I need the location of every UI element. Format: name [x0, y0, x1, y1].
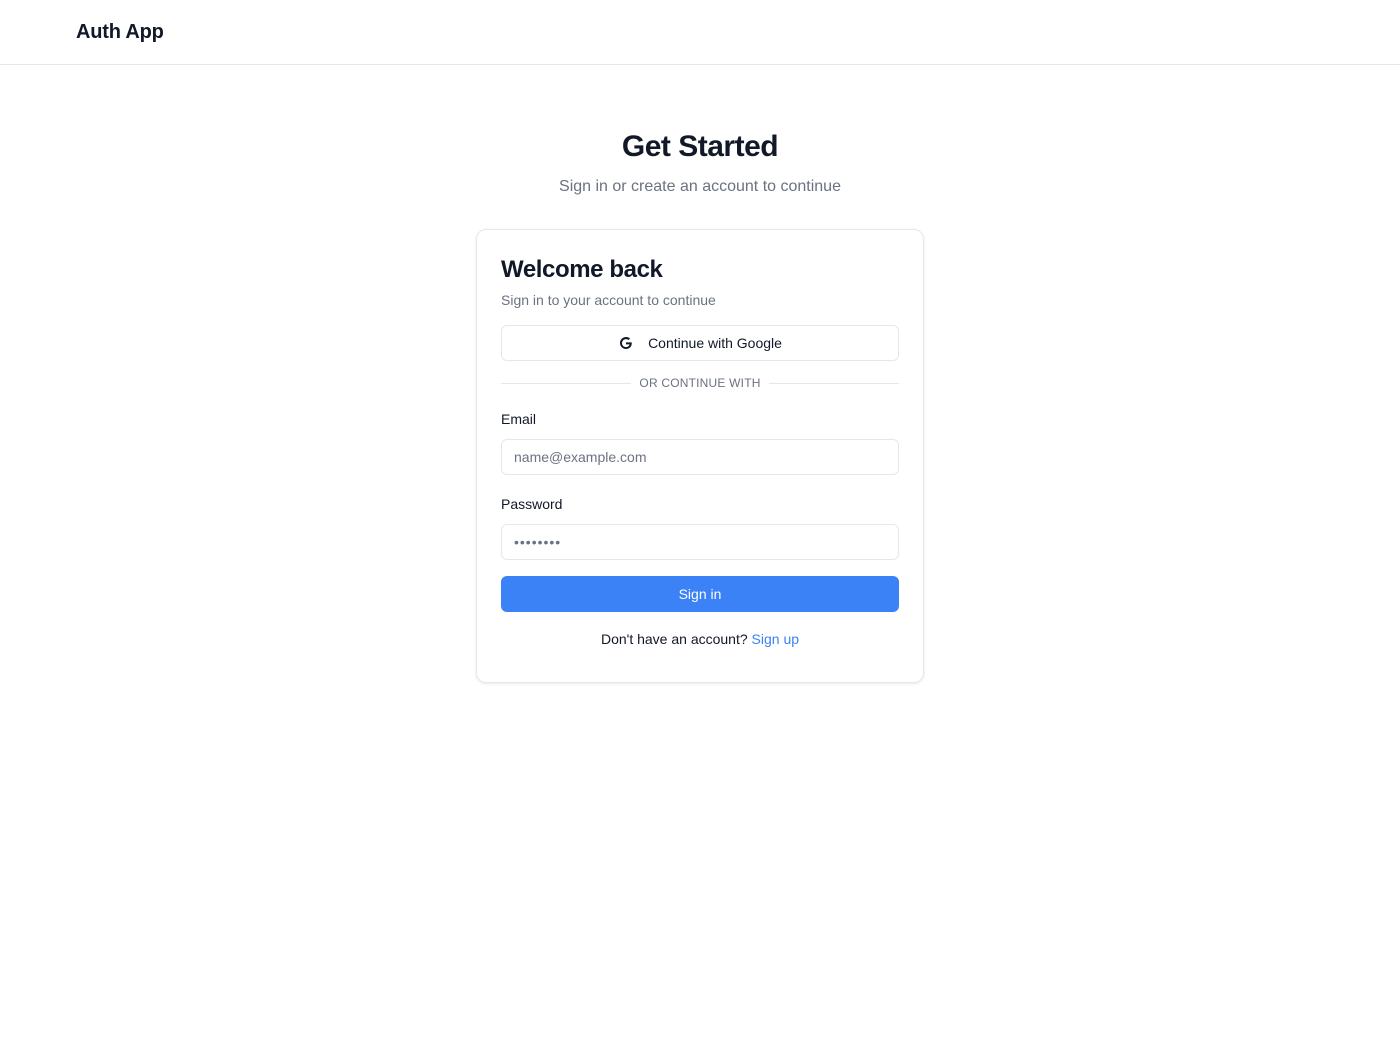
email-field[interactable]	[501, 439, 899, 475]
divider-line-left	[501, 382, 632, 384]
google-signin-button[interactable]: Continue with Google	[501, 325, 899, 361]
google-button-label: Continue with Google	[648, 335, 782, 351]
or-divider: OR CONTINUE WITH	[501, 376, 900, 390]
top-navbar: Auth App	[0, 0, 1400, 65]
signup-prompt: Don't have an account? Sign up	[501, 630, 899, 648]
signup-link[interactable]: Sign up	[752, 631, 799, 647]
google-icon	[618, 335, 634, 351]
page-title: Get Started	[621, 130, 779, 163]
signup-prompt-text: Don't have an account?	[600, 631, 748, 647]
app-brand[interactable]: Auth App	[76, 21, 164, 44]
signin-card: Welcome back Sign in to your account to …	[476, 229, 924, 683]
hero-section: Get Started Sign in or create an account…	[0, 129, 1400, 197]
password-field[interactable]	[501, 524, 899, 560]
password-label: Password	[501, 496, 563, 512]
email-label: Email	[501, 411, 537, 427]
card-subtitle: Sign in to your account to continue	[501, 292, 716, 308]
card-title: Welcome back	[501, 256, 663, 283]
divider-line-right	[768, 382, 900, 384]
signin-button[interactable]: Sign in	[501, 576, 899, 612]
divider-text: OR CONTINUE WITH	[639, 376, 761, 390]
page-subtitle: Sign in or create an account to continue	[559, 178, 841, 195]
